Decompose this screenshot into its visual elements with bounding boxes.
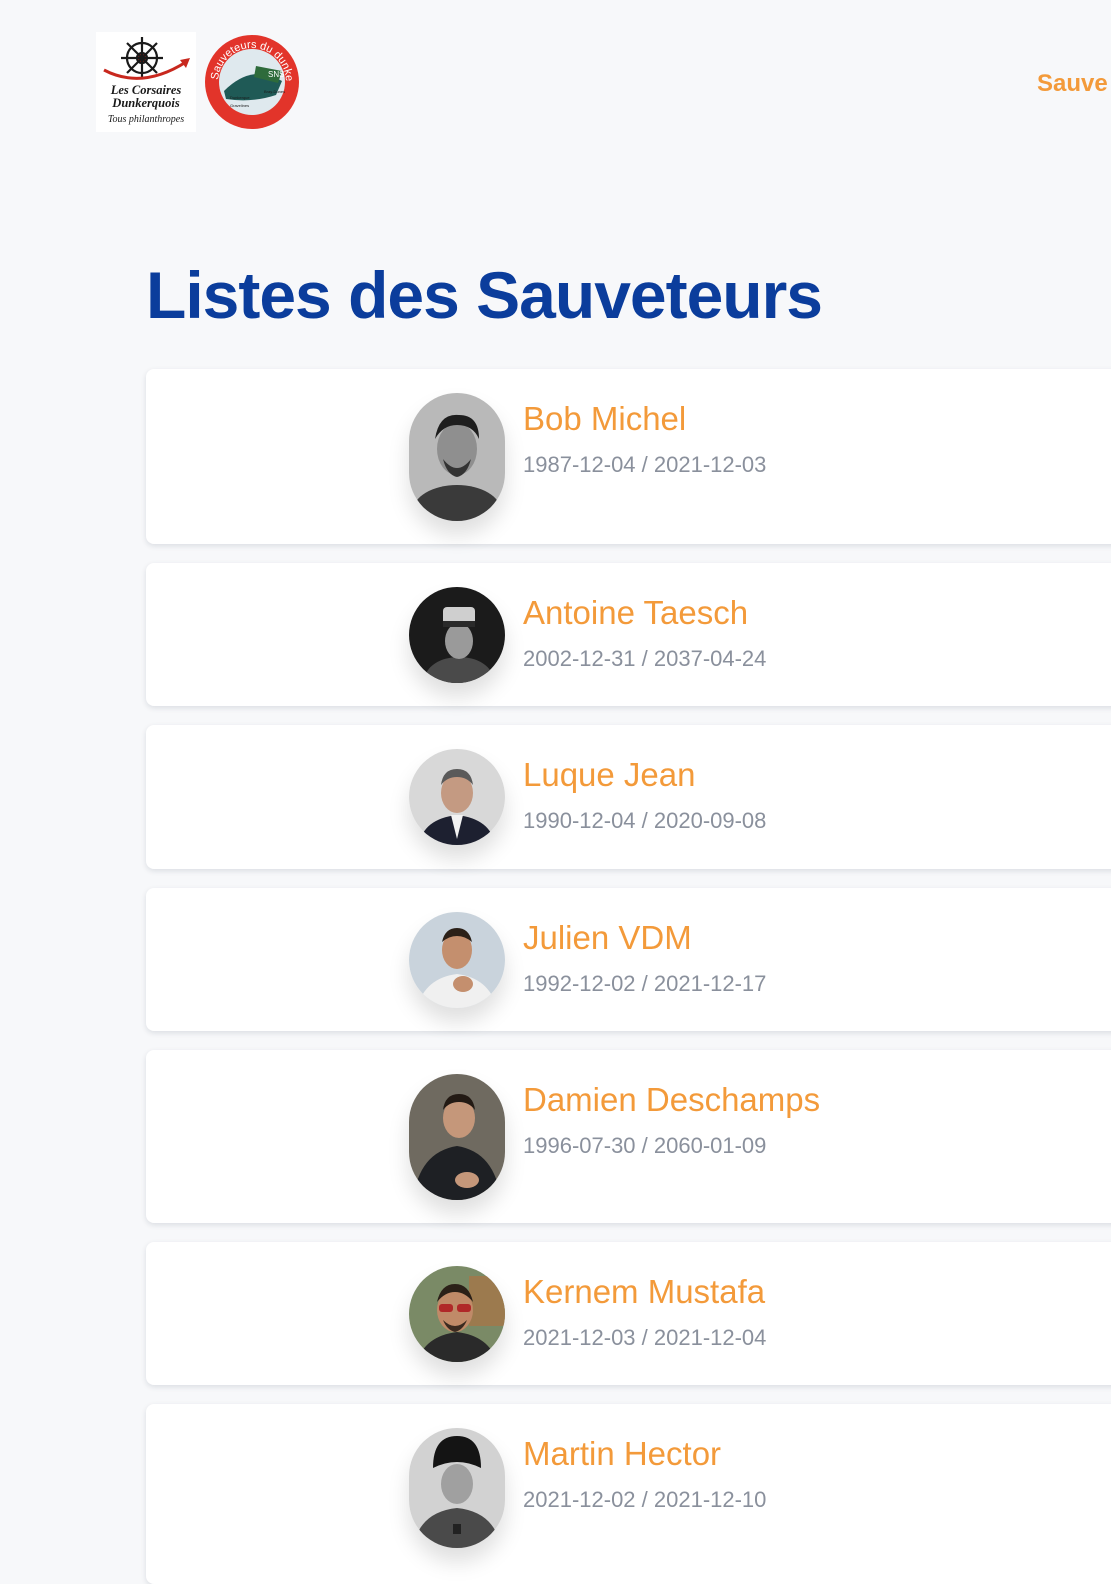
sauveteur-card[interactable]: Bob Michel 1987-12-04 / 2021-12-03 (146, 369, 1111, 544)
sauveteur-card[interactable]: Kernem Mustafa 2021-12-03 / 2021-12-04 (146, 1242, 1111, 1385)
portrait-photo-icon (409, 912, 505, 1008)
sauveteur-card[interactable]: Luque Jean 1990-12-04 / 2020-09-08 (146, 725, 1111, 869)
svg-text:Tous philanthropes: Tous philanthropes (108, 114, 184, 125)
portrait-photo-icon (409, 393, 505, 521)
sauveteur-name[interactable]: Damien Deschamps (523, 1083, 820, 1116)
sauveteur-dates: 1990-12-04 / 2020-09-08 (523, 808, 767, 833)
sauveteur-card[interactable]: Martin Hector 2021-12-02 / 2021-12-10 (146, 1404, 1111, 1584)
svg-text:Dunkerquois: Dunkerquois (111, 96, 180, 110)
avatar (409, 393, 505, 521)
nav-link-sauveteurs[interactable]: Sauve (1037, 70, 1108, 98)
sauveteur-name[interactable]: Antoine Taesch (523, 596, 748, 629)
avatar (409, 1266, 505, 1362)
portrait-photo-icon (409, 1428, 505, 1548)
sauveteur-name[interactable]: Martin Hector (523, 1437, 721, 1470)
sauveteur-dates: 2021-12-03 / 2021-12-04 (523, 1325, 767, 1350)
sauveteur-dates: 1992-12-02 / 2021-12-17 (523, 971, 767, 996)
portrait-photo-icon (409, 749, 505, 845)
sauveteur-name[interactable]: Bob Michel (523, 402, 686, 435)
sauveteur-card[interactable]: Damien Deschamps 1996-07-30 / 2060-01-09 (146, 1050, 1111, 1223)
avatar (409, 587, 505, 683)
sauveteur-card[interactable]: Antoine Taesch 2002-12-31 / 2037-04-24 (146, 563, 1111, 706)
sauveteur-card[interactable]: Julien VDM 1992-12-02 / 2021-12-17 (146, 888, 1111, 1031)
sauveteur-name[interactable]: Julien VDM (523, 921, 692, 954)
portrait-photo-icon (409, 1266, 505, 1362)
sauveteurs-logo[interactable]: SNS Dunkerque Gravelines Bray-Dunes Sauv… (201, 24, 300, 131)
avatar (409, 912, 505, 1008)
avatar (409, 1428, 505, 1548)
lifebuoy-icon: SNS Dunkerque Gravelines Bray-Dunes Sauv… (201, 24, 299, 129)
sauveteur-dates: 1996-07-30 / 2060-01-09 (523, 1133, 767, 1158)
sauveteur-name[interactable]: Luque Jean (523, 758, 696, 791)
avatar (409, 1074, 505, 1200)
svg-text:Les Corsaires: Les Corsaires (110, 83, 182, 97)
avatar (409, 749, 505, 845)
sauveteur-dates: 1987-12-04 / 2021-12-03 (523, 452, 767, 477)
portrait-photo-icon (409, 1074, 505, 1200)
svg-text:Bray-Dunes: Bray-Dunes (264, 89, 285, 94)
sauveteur-dates: 2002-12-31 / 2037-04-24 (523, 646, 767, 671)
svg-text:Dunkerque: Dunkerque (230, 95, 250, 100)
ship-wheel-icon: Les Corsaires Dunkerquois Tous philanthr… (103, 37, 190, 125)
sauveteur-name[interactable]: Kernem Mustafa (523, 1275, 765, 1308)
page-title: Listes des Sauveteurs (146, 258, 823, 332)
sauveteur-dates: 2021-12-02 / 2021-12-10 (523, 1487, 767, 1512)
portrait-photo-icon (409, 587, 505, 683)
svg-text:Gravelines: Gravelines (230, 103, 249, 108)
corsaires-logo[interactable]: Les Corsaires Dunkerquois Tous philanthr… (96, 32, 196, 132)
